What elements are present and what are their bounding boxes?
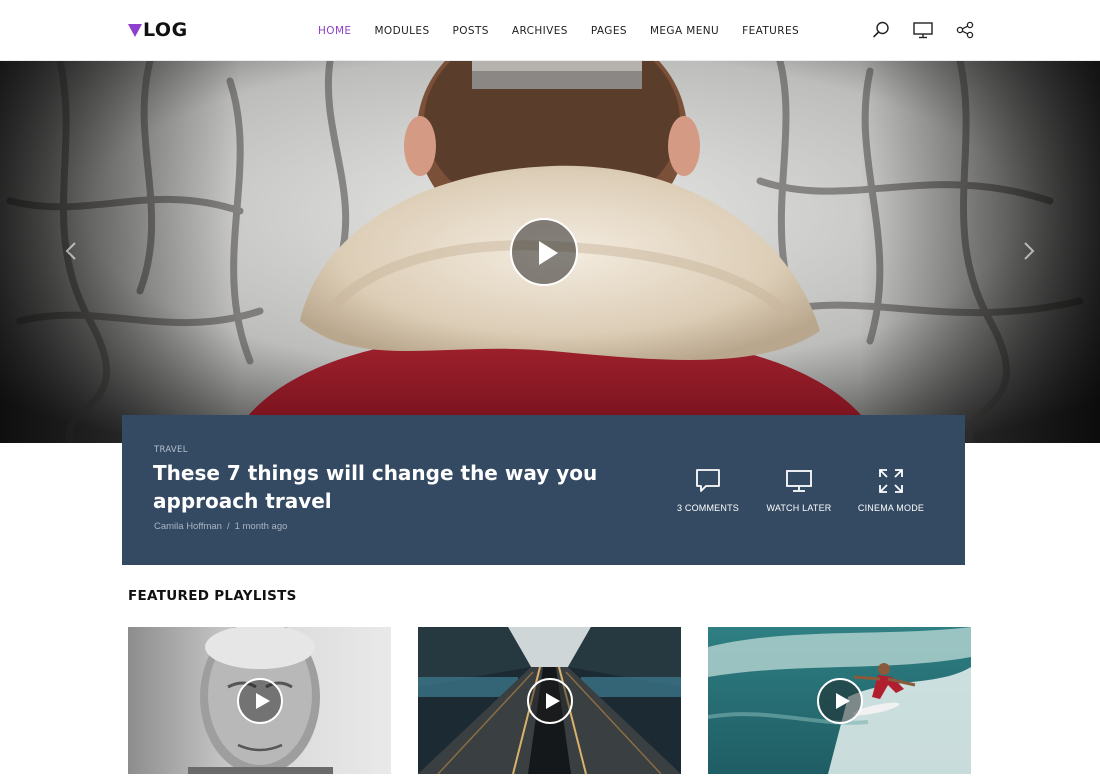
share-icon[interactable]: [955, 20, 975, 40]
hero-slider: [0, 61, 1100, 443]
hero-prev-arrow-icon[interactable]: [56, 236, 86, 266]
watch-later-button[interactable]: WATCH LATER: [749, 467, 849, 513]
post-title[interactable]: These 7 things will change the way you a…: [153, 459, 623, 515]
watch-later-label: WATCH LATER: [766, 503, 832, 513]
monitor-icon[interactable]: [912, 20, 934, 40]
post-author[interactable]: Camila Hoffman: [154, 521, 222, 532]
logo-text: LOG: [143, 19, 188, 41]
comment-icon: [696, 469, 720, 492]
playlist-card-1[interactable]: [128, 627, 391, 774]
cinema-mode-button[interactable]: CINEMA MODE: [841, 467, 941, 513]
playlist-card-2[interactable]: [418, 627, 681, 774]
playlist-card-3[interactable]: [708, 627, 971, 774]
post-date: 1 month ago: [234, 521, 288, 532]
nav-item-modules[interactable]: MODULES: [374, 25, 429, 37]
monitor-icon: [786, 470, 812, 492]
playlist-play-button[interactable]: [817, 678, 863, 724]
cinema-mode-label: CINEMA MODE: [857, 503, 925, 513]
meta-separator: /: [226, 521, 230, 532]
post-category[interactable]: TRAVEL: [154, 445, 188, 455]
hero-caption-card: TRAVEL These 7 things will change the wa…: [122, 415, 965, 565]
playlist-play-button[interactable]: [237, 678, 283, 724]
nav-item-home[interactable]: HOME: [318, 25, 351, 37]
search-icon[interactable]: [871, 20, 891, 40]
comments-label: 3 COMMENTS: [676, 503, 739, 513]
post-meta: Camila Hoffman / 1 month ago: [154, 521, 287, 532]
site-header: LOG HOME MODULES POSTS ARCHIVES PAGES ME…: [0, 0, 1100, 61]
hero-play-button[interactable]: [510, 218, 578, 286]
hero-next-arrow-icon[interactable]: [1014, 236, 1044, 266]
playlist-play-button[interactable]: [527, 678, 573, 724]
comments-button[interactable]: 3 COMMENTS: [658, 467, 758, 513]
expand-icon: [879, 469, 903, 493]
nav-item-pages[interactable]: PAGES: [591, 25, 627, 37]
logo-triangle-icon: [128, 24, 142, 37]
featured-playlists-title: FEATURED PLAYLISTS: [128, 588, 297, 604]
nav-item-features[interactable]: FEATURES: [742, 25, 799, 37]
nav-item-mega-menu[interactable]: MEGA MENU: [650, 25, 719, 37]
nav-item-posts[interactable]: POSTS: [453, 25, 489, 37]
main-nav: HOME MODULES POSTS ARCHIVES PAGES MEGA M…: [318, 0, 822, 61]
nav-item-archives[interactable]: ARCHIVES: [512, 25, 568, 37]
site-logo[interactable]: LOG: [128, 18, 188, 42]
